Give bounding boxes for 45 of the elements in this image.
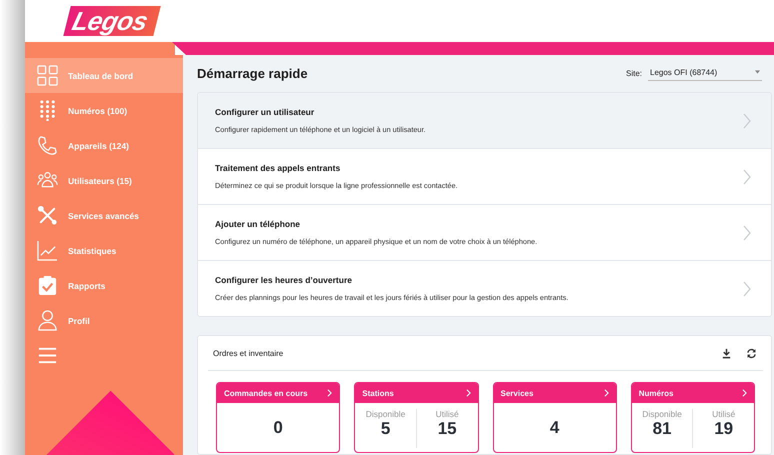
stat-tile[interactable]: Commandes en cours 0: [216, 382, 340, 453]
caret-icon: [755, 70, 760, 74]
stat-tile[interactable]: Services 4: [492, 382, 617, 453]
item-title: Traitement des appels entrants: [215, 163, 342, 173]
chevron-right-icon: [743, 280, 751, 296]
tile-title: Numéros: [638, 388, 674, 398]
chevron-right-icon: [466, 389, 470, 397]
stat-label: Disponible: [642, 409, 682, 419]
chevron-right-icon: [743, 168, 751, 184]
chevron-right-icon: [743, 112, 751, 128]
site-label: Site:: [626, 69, 642, 78]
chevron-right-icon: [604, 389, 609, 397]
stat-tile[interactable]: Stations Disponible 5 Utilisé 15: [354, 382, 478, 453]
tools-icon: [37, 205, 58, 226]
stat-value: 5: [380, 419, 390, 439]
stat-value: 15: [438, 419, 457, 439]
stat-tile[interactable]: Numéros Disponible 81 Utilisé 19: [630, 382, 755, 453]
stat-label: Utilisé: [436, 409, 459, 419]
item-title: Configurer un utilisateur: [215, 107, 316, 117]
card-title: Ordres et inventaire: [213, 348, 284, 358]
user-icon: [37, 310, 58, 331]
stat-label: Disponible: [366, 409, 406, 419]
stat-label: Utilisé: [712, 409, 736, 419]
site-select[interactable]: Legos OFI (68744): [648, 66, 762, 80]
chevron-right-icon: [327, 389, 332, 397]
clipboard-check-icon: [37, 275, 58, 296]
item-title: Ajouter un téléphone: [215, 219, 301, 229]
download-icon[interactable]: [721, 348, 732, 358]
logo: Legos: [63, 6, 161, 36]
chevron-right-icon: [742, 389, 747, 397]
refresh-icon[interactable]: [746, 348, 757, 358]
grid-icon: [37, 65, 58, 86]
tile-value: 4: [550, 418, 560, 438]
tile-title: Commandes en cours: [224, 388, 308, 398]
chart-icon: [37, 240, 58, 261]
tile-value: 0: [273, 418, 283, 438]
menu-icon: [37, 345, 58, 366]
chevron-right-icon: [743, 224, 751, 240]
stat-value: 19: [714, 419, 734, 439]
tile-title: Stations: [362, 388, 394, 398]
page-title: Démarrage rapide: [197, 66, 308, 81]
phone-icon: [37, 135, 58, 156]
stat-value: 81: [652, 419, 672, 439]
tile-title: Services: [500, 388, 534, 398]
item-title: Configurer les heures d’ouverture: [215, 275, 353, 285]
